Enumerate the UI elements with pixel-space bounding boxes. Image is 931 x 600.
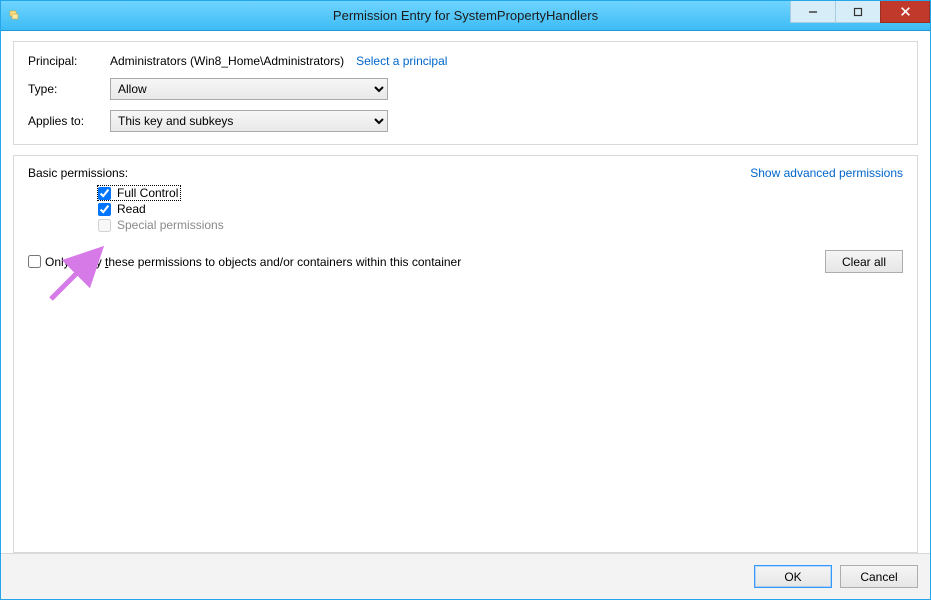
apply-only-checkbox[interactable] [28, 255, 41, 268]
select-principal-link[interactable]: Select a principal [356, 54, 447, 68]
principal-row: Principal: Administrators (Win8_Home\Adm… [28, 54, 903, 68]
titlebar[interactable]: Permission Entry for SystemPropertyHandl… [1, 1, 930, 31]
show-advanced-permissions-link[interactable]: Show advanced permissions [750, 166, 903, 180]
permission-checkbox [98, 219, 111, 232]
principal-label: Principal: [28, 54, 110, 68]
apply-only-label: Only apply these permissions to objects … [45, 255, 461, 269]
permission-entry-window: Permission Entry for SystemPropertyHandl… [0, 0, 931, 600]
type-select[interactable]: AllowDeny [110, 78, 388, 100]
permissions-list: Full Control Read Special permissions [98, 186, 903, 232]
principal-panel: Principal: Administrators (Win8_Home\Adm… [13, 41, 918, 145]
dialog-footer: OK Cancel [1, 553, 930, 599]
regedit-icon [9, 8, 25, 24]
minimize-button[interactable] [790, 1, 836, 23]
permission-checkbox[interactable] [98, 187, 111, 200]
permission-label: Full Control [117, 186, 178, 200]
permission-item[interactable]: Read [98, 202, 903, 216]
permission-item[interactable]: Full Control [98, 186, 180, 200]
cancel-button[interactable]: Cancel [840, 565, 918, 588]
close-button[interactable] [880, 1, 930, 23]
permission-item: Special permissions [98, 218, 903, 232]
permissions-panel: Basic permissions: Show advanced permiss… [13, 155, 918, 553]
type-row: Type: AllowDeny [28, 78, 903, 100]
clear-all-button[interactable]: Clear all [825, 250, 903, 273]
permission-label: Special permissions [117, 218, 224, 232]
applies-to-row: Applies to: This key onlyThis key and su… [28, 110, 903, 132]
apply-only-checkbox-row[interactable]: Only apply these permissions to objects … [28, 255, 461, 269]
permission-checkbox[interactable] [98, 203, 111, 216]
maximize-button[interactable] [835, 1, 881, 23]
basic-permissions-heading: Basic permissions: [28, 166, 128, 180]
applies-to-select[interactable]: This key onlyThis key and subkeysSubkeys… [110, 110, 388, 132]
window-controls [791, 1, 930, 23]
type-label: Type: [28, 82, 110, 96]
permission-label: Read [117, 202, 146, 216]
applies-to-label: Applies to: [28, 114, 110, 128]
ok-button[interactable]: OK [754, 565, 832, 588]
principal-value: Administrators (Win8_Home\Administrators… [110, 54, 344, 68]
dialog-body: Principal: Administrators (Win8_Home\Adm… [1, 31, 930, 553]
